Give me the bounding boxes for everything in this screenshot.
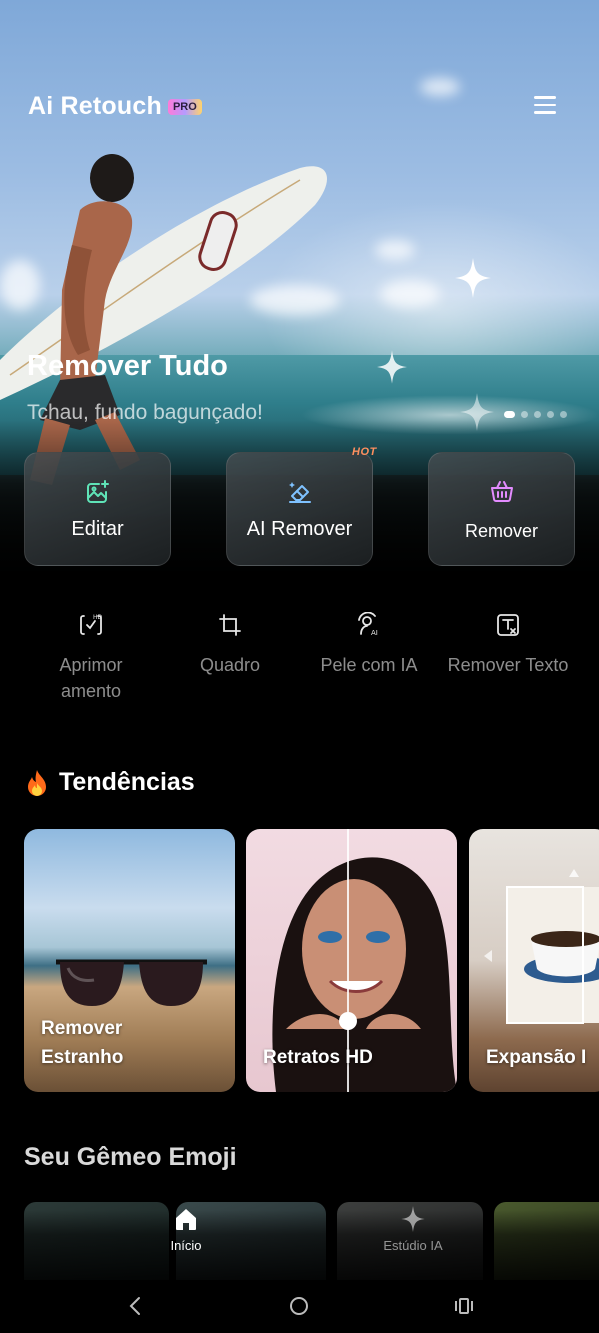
svg-text:AI: AI	[371, 629, 378, 637]
trend-caption-line: Remover	[41, 1018, 123, 1039]
feature-label: Remover	[464, 520, 539, 541]
feature-card-ai-remover[interactable]: AI Remover	[226, 452, 373, 566]
app-logo: Ai Retouch PRO	[28, 92, 202, 121]
carousel-dot[interactable]	[560, 411, 567, 418]
carousel-dot-active[interactable]	[504, 411, 515, 418]
home-icon	[176, 1209, 196, 1230]
trend-caption: Expansão I	[486, 1043, 586, 1072]
menu-icon[interactable]	[534, 96, 556, 114]
sunglasses-image	[56, 959, 207, 1006]
edit-image-icon	[86, 479, 109, 503]
tool-quadro[interactable]: Quadro	[180, 612, 280, 678]
carousel-dot[interactable]	[547, 411, 554, 418]
svg-text:HD: HD	[93, 614, 103, 621]
tool-label: Aprimor	[59, 655, 123, 675]
nav-home-label: Início	[170, 1238, 202, 1253]
nav-studio-label: Estúdio IA	[383, 1238, 443, 1253]
hero-title: Remover Tudo	[27, 350, 228, 382]
bottom-nav	[0, 1210, 599, 1280]
feature-label: AI Remover	[246, 517, 353, 540]
nav-home[interactable]: Início	[160, 1206, 212, 1253]
sparkle-icon	[455, 258, 491, 298]
carousel-dot[interactable]	[534, 411, 541, 418]
back-icon[interactable]	[127, 1296, 143, 1316]
trend-caption-line: Retratos HD	[263, 1047, 373, 1068]
hot-badge: HOT	[352, 446, 377, 458]
trend-caption-line: Estranho	[41, 1047, 124, 1068]
cloud	[375, 240, 415, 260]
ai-skin-icon: AI	[358, 612, 378, 637]
feature-card-editar[interactable]: Editar	[24, 452, 171, 566]
cloud	[420, 78, 460, 96]
nav-studio[interactable]: Estúdio IA	[370, 1206, 456, 1253]
crop-icon	[219, 614, 241, 636]
brand-name: Ai Retouch	[28, 92, 162, 120]
tool-label: Quadro	[199, 655, 261, 675]
trend-caption-line: Expansão I	[486, 1047, 587, 1068]
recents-icon[interactable]	[454, 1296, 474, 1316]
sparkle-icon	[377, 350, 407, 384]
cloud	[380, 280, 440, 308]
tool-remover-texto[interactable]: Remover Texto	[437, 612, 579, 678]
trend-card-remover-estranho[interactable]: Remover Estranho	[24, 829, 235, 1092]
emoji-section-title: Seu Gêmeo Emoji	[24, 1143, 237, 1171]
fire-icon	[28, 769, 46, 796]
trends-heading: Tendências	[25, 768, 195, 797]
carousel-dots[interactable]	[504, 411, 567, 418]
hd-enhance-icon: HD	[80, 614, 103, 635]
tool-label: Pele com IA	[320, 655, 418, 675]
home-circle-icon[interactable]	[289, 1296, 309, 1316]
hero-subtitle: Tchau, fundo bagunçado!	[27, 401, 263, 424]
basket-icon	[490, 480, 513, 502]
tool-aprimoramento[interactable]: HD Aprimor amento	[42, 612, 140, 704]
pro-badge[interactable]: PRO	[167, 98, 202, 115]
trends-title: Tendências	[59, 768, 195, 796]
remove-text-icon	[497, 614, 519, 636]
feature-label: Editar	[71, 517, 124, 540]
trend-card-retratos-hd[interactable]: Retratos HD	[246, 829, 457, 1092]
carousel-dot[interactable]	[521, 411, 528, 418]
trend-caption: Remover Estranho	[41, 1014, 123, 1072]
trend-caption: Retratos HD	[263, 1043, 373, 1072]
tool-label: Remover Texto	[447, 655, 569, 675]
feature-card-remover[interactable]: Remover	[428, 452, 575, 566]
trend-card-expansao[interactable]: Expansão I	[469, 829, 599, 1092]
sparkle-icon	[401, 1206, 425, 1232]
tool-label: amento	[60, 681, 122, 701]
eraser-icon	[288, 481, 311, 503]
sparkle-icon	[460, 393, 494, 431]
tool-pele-com-ia[interactable]: AI Pele com IA	[310, 612, 428, 678]
